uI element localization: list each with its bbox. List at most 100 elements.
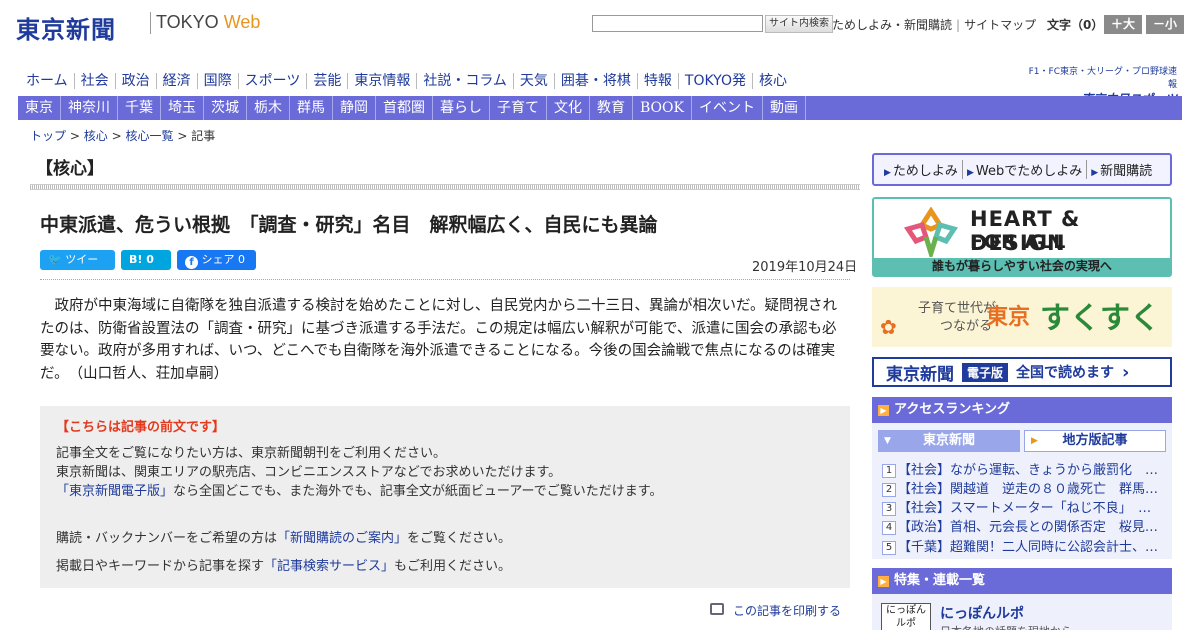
- print-article-link[interactable]: この記事を印刷する: [733, 602, 841, 619]
- rank-number: 2: [882, 483, 896, 497]
- nav2-chiba[interactable]: 千葉: [118, 96, 161, 120]
- nav2-living[interactable]: 暮らし: [433, 96, 490, 120]
- nav-sports[interactable]: スポーツ: [237, 73, 307, 89]
- nav2-shizuoka[interactable]: 静岡: [333, 96, 376, 120]
- article-search-link[interactable]: 「記事検索サービス」: [264, 559, 394, 574]
- breadcrumb-sep: >: [177, 129, 188, 143]
- nav-society[interactable]: 社会: [73, 73, 115, 89]
- nav-editorial[interactable]: 社説・コラム: [416, 73, 513, 89]
- link-label: ためしよみ: [892, 164, 958, 179]
- nav2-tochigi[interactable]: 栃木: [247, 96, 290, 120]
- notice-text: もご利用ください。: [394, 559, 512, 574]
- notice-line: 記事全文をご覧になりたい方は、東京新聞朝刊をご利用ください。: [56, 446, 447, 461]
- tweet-button[interactable]: 🐦 ツイート: [40, 250, 115, 286]
- ranking-item[interactable]: 3 【社会】スマートメーター「ねじ不良」 …: [882, 497, 1160, 516]
- epaper-link[interactable]: 「東京新聞電子版」: [56, 484, 173, 499]
- tab-label: 東京新聞: [922, 433, 975, 448]
- top-links: ためしよみ・新聞購読 | サイトマップ: [832, 16, 1036, 33]
- nav2-parenting[interactable]: 子育て: [490, 96, 547, 120]
- sidebar-subscribe-link[interactable]: ▶ 新聞購読: [1087, 160, 1156, 179]
- ranking-item-title: 【社会】スマートメーター「ねじ不良」 …: [898, 501, 1152, 516]
- nav2-saitama[interactable]: 埼玉: [161, 96, 204, 120]
- breadcrumb-current: 記事: [191, 129, 216, 143]
- ranking-item-title: 【千葉】超難関！二人同時に公認会計士、…: [898, 540, 1159, 555]
- rank-number: 4: [882, 521, 896, 535]
- notice-heading: 【こちらは記事の前文です】: [56, 420, 226, 435]
- sukusuku-banner[interactable]: ✿ 子育て世代が つながる 東京 すくすく: [872, 287, 1172, 347]
- site-logo-en[interactable]: TOKYO Web: [156, 12, 260, 33]
- tab-label: 地方版記事: [1062, 433, 1128, 448]
- nav2-book[interactable]: BOOK: [633, 96, 692, 120]
- hatena-bookmark-button[interactable]: B! 0: [121, 250, 171, 270]
- subscribe-links-box: ▶ ためしよみ ▶ Webでためしよみ ▶ 新聞購読: [872, 153, 1172, 186]
- facebook-share-button[interactable]: f シェア 0: [177, 250, 256, 270]
- sidebar-web-trial-link[interactable]: ▶ Webでためしよみ: [963, 160, 1088, 179]
- font-smaller-button[interactable]: －小: [1146, 15, 1184, 34]
- nav-weather[interactable]: 天気: [512, 73, 554, 89]
- nav-politics[interactable]: 政治: [114, 73, 156, 89]
- breadcrumb-kakushin[interactable]: 核心: [84, 129, 108, 143]
- nav-tokuho[interactable]: 特報: [636, 73, 678, 89]
- triangle-right-icon: ▶: [966, 168, 974, 178]
- sidebar-trial-link[interactable]: ▶ ためしよみ: [880, 160, 963, 179]
- ranking-item[interactable]: 1 【社会】ながら運転、きょうから厳罰化 …: [882, 459, 1160, 478]
- facebook-share-label: シェア 0: [201, 253, 246, 266]
- nav-tokyo-info[interactable]: 東京情報: [347, 73, 417, 89]
- nav-international[interactable]: 国際: [196, 73, 238, 89]
- heart-design-banner[interactable]: HEART & DESIGN FOR ALL 誰もが暮らしやすい社会の実現へ: [872, 197, 1172, 277]
- tab-local-articles[interactable]: ▶ 地方版記事: [1024, 430, 1166, 452]
- sports-logo-tagline: F1・FC東京・大リーグ・プロ野球速報: [1028, 67, 1177, 90]
- nav-go-shogi[interactable]: 囲碁・将棋: [553, 73, 637, 89]
- nav2-video[interactable]: 動画: [763, 96, 806, 120]
- notice-line: 購読・バックナンバーをご希望の方は「新聞購読のご案内」をご覧ください。: [56, 527, 511, 546]
- link-sitemap[interactable]: サイトマップ: [964, 18, 1036, 32]
- heart-banner-caption: 誰もが暮らしやすい社会の実現へ: [874, 258, 1170, 275]
- nav-tokyo-hatsu[interactable]: TOKYO発: [677, 73, 752, 89]
- triangle-right-icon: ▶: [1031, 436, 1038, 446]
- notice-text: なら全国どこでも、また海外でも、記事全文が紙面ビューアーでご覧いただけます。: [173, 484, 663, 499]
- nav2-education[interactable]: 教育: [590, 96, 633, 120]
- subscription-guide-link[interactable]: 「新聞購読のご案内」: [277, 531, 407, 546]
- search-input[interactable]: [592, 15, 763, 32]
- nav2-gunma[interactable]: 群馬: [290, 96, 333, 120]
- nav-home[interactable]: ホーム: [26, 73, 74, 89]
- breadcrumb-list[interactable]: 核心一覧: [125, 129, 173, 143]
- rank-number: 1: [882, 464, 896, 478]
- nippon-rupo-link[interactable]: にっぽんルポ: [940, 603, 1024, 623]
- nav2-event[interactable]: イベント: [692, 96, 763, 120]
- link-trial-subscribe[interactable]: ためしよみ・新聞購読: [832, 18, 952, 32]
- ranking-item[interactable]: 2 【社会】関越道 逆走の８０歳死亡 群馬…: [882, 478, 1160, 497]
- sukusuku-title: すくすく: [1040, 301, 1160, 336]
- secondary-nav: 東京 神奈川 千葉 埼玉 茨城 栃木 群馬 静岡 首都圏 暮らし 子育て 文化 …: [18, 96, 1182, 120]
- notice-text: 購読・バックナンバーをご希望の方は: [56, 531, 278, 546]
- nippon-rupo-thumbnail[interactable]: にっぽん ルポ: [881, 603, 931, 630]
- nav2-shutoken[interactable]: 首都圏: [376, 96, 433, 120]
- nav-economy[interactable]: 経済: [155, 73, 197, 89]
- nav-kakushin[interactable]: 核心: [751, 73, 793, 89]
- tab-tokyo-shimbun[interactable]: ▼ 東京新聞: [878, 430, 1020, 452]
- logo-en-tokyo: TOKYO: [156, 12, 219, 32]
- arrow-right-icon: ▶: [878, 405, 889, 416]
- notice-line: 掲載日やキーワードから記事を探す「記事検索サービス」もご利用ください。: [56, 555, 511, 574]
- site-logo[interactable]: 東京新聞: [16, 10, 116, 45]
- epaper-banner[interactable]: 東京新聞 電子版 全国で読めます ›: [872, 357, 1172, 387]
- notice-text: をご覧ください。: [407, 531, 512, 546]
- breadcrumb-sep: >: [111, 129, 122, 143]
- nav2-tokyo[interactable]: 東京: [18, 96, 61, 120]
- breadcrumb-top[interactable]: トップ: [30, 129, 66, 143]
- breadcrumb-sep: >: [69, 129, 80, 143]
- printer-icon[interactable]: [710, 603, 724, 615]
- nav2-ibaraki[interactable]: 茨城: [204, 96, 247, 120]
- nav-entertainment[interactable]: 芸能: [306, 73, 348, 89]
- font-larger-button[interactable]: ＋大: [1104, 15, 1142, 34]
- ranking-item[interactable]: 5 【千葉】超難関！二人同時に公認会計士、…: [882, 536, 1160, 555]
- epaper-badge: 電子版: [962, 362, 1009, 382]
- rank-number: 3: [882, 502, 896, 516]
- series-header: ▶ 特集・連載一覧: [872, 568, 1172, 594]
- article-title: 中東派遣、危うい根拠 「調査・研究」名目 解釈幅広く、自民にも異論: [40, 214, 658, 236]
- site-search-button[interactable]: サイト内検索: [765, 15, 833, 33]
- nav2-kanagawa[interactable]: 神奈川: [61, 96, 118, 120]
- nav2-culture[interactable]: 文化: [547, 96, 590, 120]
- sukusuku-tokyo: 東京: [986, 305, 1031, 330]
- ranking-item[interactable]: 4 【政治】首相、元会長との関係否定 桜見…: [882, 516, 1160, 535]
